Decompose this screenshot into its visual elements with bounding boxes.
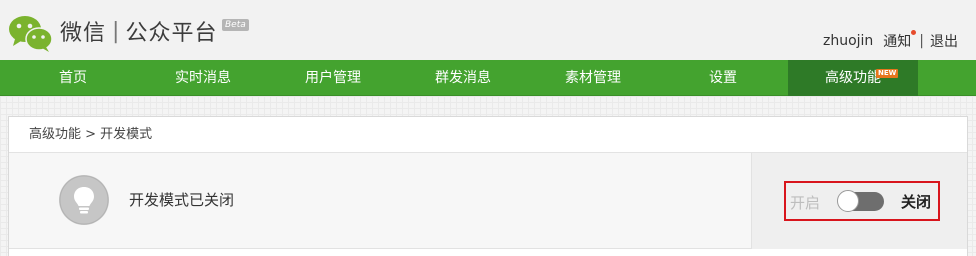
nav-item-home[interactable]: 首页 [8, 60, 138, 96]
logout-link[interactable]: 退出 [930, 31, 958, 51]
dev-mode-status-row: 开发模式已关闭 开启 关闭 [9, 153, 967, 249]
switch-off-label[interactable]: 关闭 [901, 191, 931, 212]
logo-subtitle: 公众平台 [125, 21, 218, 46]
user-bar: zhuojin 通知 | 退出 [823, 30, 958, 51]
dev-mode-status-text: 开发模式已关闭 [129, 191, 235, 209]
username[interactable]: zhuojin [823, 33, 873, 49]
logo-name: 微信 [60, 21, 107, 46]
switch-area: 开启 关闭 [751, 153, 967, 249]
page-header: 微信 | 公众平台 Beta zhuojin 通知 | 退出 [0, 0, 976, 60]
logo-text: 微信 | 公众平台 [60, 16, 218, 47]
nav-item-settings[interactable]: 设置 [658, 60, 788, 96]
notification-link[interactable]: 通知 [883, 30, 917, 51]
nav-item-mass-messages[interactable]: 群发消息 [398, 60, 528, 96]
nav-item-advanced-label: 高级功能 [825, 70, 881, 86]
nav-item-advanced[interactable]: 高级功能 NEW [788, 60, 918, 96]
content-panel: 高级功能 > 开发模式 开发模式已关闭 开启 关闭 [8, 116, 968, 256]
wechat-logo-icon [9, 16, 53, 52]
user-bar-divider: | [919, 33, 924, 49]
nav-item-realtime-messages[interactable]: 实时消息 [138, 60, 268, 96]
switch-on-label[interactable]: 开启 [790, 192, 820, 213]
beta-badge: Beta [222, 19, 249, 31]
breadcrumb: 高级功能 > 开发模式 [9, 117, 967, 153]
dev-mode-toggle[interactable] [837, 190, 884, 212]
notification-label: 通知 [883, 34, 912, 50]
notification-dot [911, 30, 917, 35]
nav-item-material-management[interactable]: 素材管理 [528, 60, 658, 96]
new-badge: NEW [876, 69, 899, 78]
dev-mode-switch-highlight: 开启 关闭 [784, 181, 940, 221]
main-nav: 首页 实时消息 用户管理 群发消息 素材管理 设置 高级功能 NEW [0, 60, 976, 96]
toggle-knob [837, 190, 859, 212]
lightbulb-icon [59, 175, 109, 225]
logo-separator: | [112, 18, 120, 44]
nav-item-user-management[interactable]: 用户管理 [268, 60, 398, 96]
